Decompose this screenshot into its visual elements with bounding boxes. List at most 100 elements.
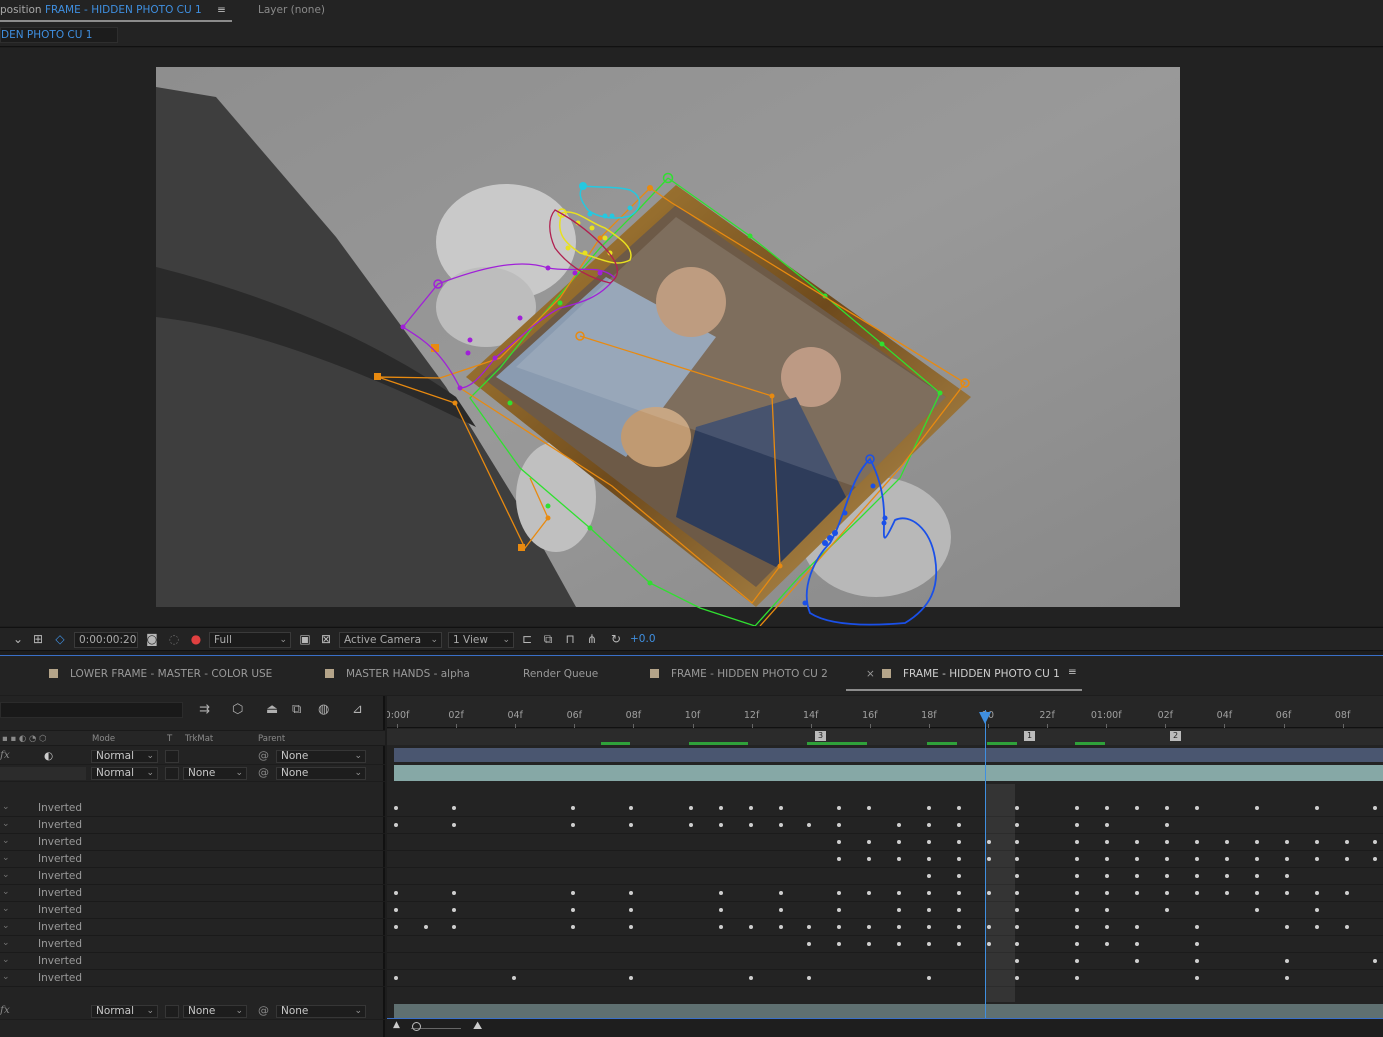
transparency-grid-icon[interactable]: ⊠ [318,632,334,648]
mask-mode-label[interactable]: Inverted [38,819,82,831]
green-mask-path-left[interactable] [469,177,756,626]
keyframe[interactable] [1195,874,1199,878]
keyframe[interactable] [452,908,456,912]
region-of-interest-icon[interactable]: ▣ [297,632,313,648]
panel-menu-icon[interactable]: ≡ [217,4,226,16]
keyframe[interactable] [1075,942,1079,946]
keyframe[interactable] [867,891,871,895]
keyframe[interactable] [1015,976,1019,980]
keyframe[interactable] [897,891,901,895]
mask-row[interactable]: ⌄ Inverted [0,817,385,834]
keyframe[interactable] [452,891,456,895]
mask-row[interactable]: ⌄ Inverted [0,800,385,817]
keyframe[interactable] [1105,908,1109,912]
parent-pickwhip-icon[interactable]: @ [258,749,269,762]
preserve-transparency-box[interactable] [165,767,179,780]
layer-search-input[interactable] [0,702,183,718]
keyframe[interactable] [1225,874,1229,878]
keyframe[interactable] [867,925,871,929]
keyframe[interactable] [629,925,633,929]
keyframe[interactable] [1285,925,1289,929]
comp-marker[interactable]: 2 [1170,731,1181,741]
keyframe[interactable] [1075,823,1079,827]
mask-path-overlay[interactable] [0,48,1383,626]
mask-row[interactable]: ⌄ Inverted [0,936,385,953]
keyframe[interactable] [571,891,575,895]
keyframe[interactable] [749,823,753,827]
keyframe[interactable] [927,823,931,827]
tab-master-hands[interactable]: MASTER HANDS - alpha [325,668,470,680]
zoom-slider-thumb[interactable] [412,1022,421,1031]
keyframe[interactable] [837,925,841,929]
keyframe[interactable] [749,925,753,929]
keyframe[interactable] [957,891,961,895]
keyframe[interactable] [1373,857,1377,861]
keyframe[interactable] [1075,874,1079,878]
keyframe[interactable] [571,823,575,827]
keyframe[interactable] [1285,857,1289,861]
keyframe[interactable] [1373,840,1377,844]
mask-mode-label[interactable]: Inverted [38,887,82,899]
keyframe[interactable] [1105,925,1109,929]
purple-mask-vertices[interactable] [400,265,603,391]
keyframe[interactable] [927,908,931,912]
keyframe[interactable] [1225,857,1229,861]
mask-row[interactable]: ⌄ Inverted [0,919,385,936]
layer-duration-bar-3[interactable] [394,1004,1383,1018]
mask-mode-label[interactable]: Inverted [38,904,82,916]
composition-viewer[interactable] [0,48,1383,626]
keyframe[interactable] [897,857,901,861]
keyframe[interactable] [571,908,575,912]
keyframe[interactable] [807,823,811,827]
keyframe[interactable] [1225,840,1229,844]
keyframe[interactable] [1135,925,1139,929]
keyframe[interactable] [897,942,901,946]
keyframe[interactable] [897,840,901,844]
keyframe[interactable] [1015,959,1019,963]
layer-duration-bar-2[interactable] [394,765,1383,781]
keyframe[interactable] [689,806,693,810]
keyframe[interactable] [1255,806,1259,810]
fast-previews-icon[interactable]: ⧉ [540,632,556,648]
keyframe[interactable] [837,806,841,810]
tab-hidden-photo-cu-1[interactable]: FRAME - HIDDEN PHOTO CU 1 [846,668,1082,691]
keyframe[interactable] [1105,857,1109,861]
mask-twirl-icon[interactable]: ⌄ [2,955,10,965]
current-time-field[interactable]: 0:00:00:20 [74,632,138,648]
keyframe[interactable] [629,806,633,810]
keyframe[interactable] [1075,857,1079,861]
keyframe[interactable] [1015,874,1019,878]
tab-lower-frame-master[interactable]: LOWER FRAME - MASTER - COLOR USE [49,668,272,680]
keyframe[interactable] [1315,891,1319,895]
keyframe[interactable] [927,806,931,810]
keyframe[interactable] [629,976,633,980]
mask-mode-label[interactable]: Inverted [38,921,82,933]
preserve-transparency-box[interactable] [165,750,179,763]
keyframe[interactable] [897,925,901,929]
keyframe[interactable] [719,823,723,827]
keyframe[interactable] [867,840,871,844]
orange-mask-inner[interactable] [459,335,781,604]
keyframe[interactable] [1165,908,1169,912]
keyframe[interactable] [1015,857,1019,861]
keyframe[interactable] [867,806,871,810]
keyframe[interactable] [1255,891,1259,895]
mask-twirl-icon[interactable]: ⌄ [2,904,10,914]
comp-breadcrumb[interactable]: DEN PHOTO CU 1 [0,27,118,43]
keyframe[interactable] [1015,806,1019,810]
keyframe[interactable] [1195,976,1199,980]
keyframe[interactable] [1135,959,1139,963]
keyframe[interactable] [1165,891,1169,895]
resolution-dropdown[interactable]: Full ⌄ [209,632,291,648]
shy-layers-icon[interactable]: ⏏ [266,702,278,717]
keyframe[interactable] [1105,823,1109,827]
keyframe[interactable] [1195,891,1199,895]
track-matte-dropdown[interactable]: None ⌄ [183,767,247,780]
keyframe[interactable] [927,857,931,861]
keyframe[interactable] [1105,840,1109,844]
timeline-graph[interactable]: 0:00f 02f 04f 06f 08f 10f 12f 14f 16f 18f 20 22f 01:… [387,696,1383,1037]
magnification-dropdown-icon[interactable]: ⌄ [10,632,26,648]
channels-icon[interactable]: ● [188,632,204,648]
keyframe[interactable] [749,976,753,980]
keyframe[interactable] [629,823,633,827]
